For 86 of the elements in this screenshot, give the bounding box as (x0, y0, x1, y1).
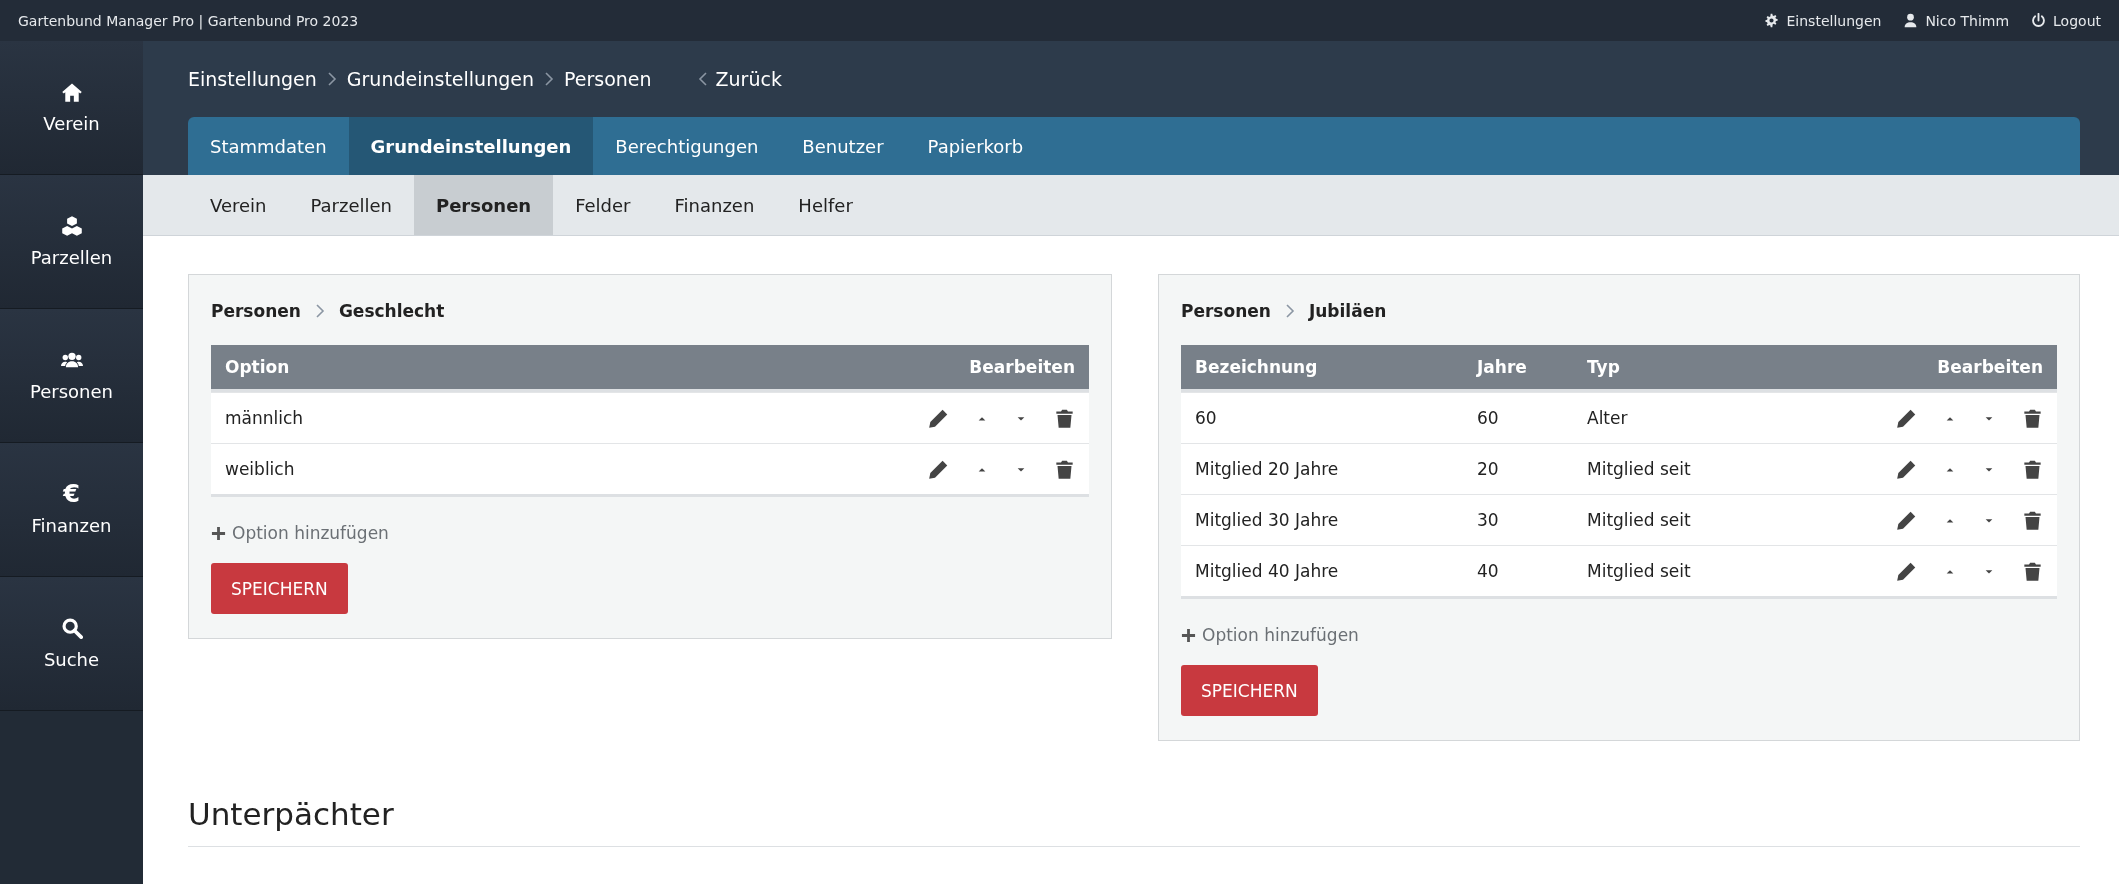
pencil-icon[interactable] (1896, 509, 1917, 531)
tab[interactable]: Stammdaten (188, 117, 349, 175)
table-cell-text: Mitglied 30 Jahre (1195, 510, 1340, 530)
back-link[interactable]: Zurück (697, 68, 782, 90)
column-header: Jahre (1477, 357, 1528, 377)
table-cell-text: Mitglied seit (1587, 510, 1692, 530)
subtab[interactable]: Personen (413, 175, 554, 235)
breadcrumb-item[interactable]: Einstellungen (188, 68, 317, 90)
chevron-right-icon (314, 304, 325, 318)
sidebar-label: Personen (30, 381, 113, 402)
trash-icon[interactable] (2022, 509, 2043, 531)
user-icon (1903, 13, 1919, 28)
sidebar-item[interactable]: Verein (0, 41, 143, 175)
sidebar-item[interactable]: € Finanzen (0, 443, 143, 577)
table-cell-text: 40 (1477, 561, 1500, 581)
table-cell-text: männlich (225, 408, 305, 428)
table-cell-text: Mitglied seit (1587, 561, 1692, 581)
breadcrumb-item[interactable]: Personen (564, 68, 652, 90)
plus-icon (1181, 627, 1196, 643)
subtab[interactable]: Helfer (776, 175, 875, 235)
cubes-icon (60, 215, 83, 237)
sidebar-label: Finanzen (31, 515, 112, 536)
column-header: Typ (1587, 357, 1621, 377)
subtab[interactable]: Verein (188, 175, 289, 235)
table-cell-text: 30 (1477, 510, 1500, 530)
chevron-right-icon (326, 72, 337, 86)
chevron-right-icon (544, 72, 554, 86)
link-label: Logout (2053, 12, 2101, 29)
trash-icon[interactable] (2022, 407, 2043, 429)
table-cell-text: Mitglied 20 Jahre (1195, 459, 1340, 479)
top-bar-link[interactable]: Einstellungen (1764, 12, 1882, 29)
table-cell-text: Alter (1587, 408, 1629, 428)
pencil-icon[interactable] (928, 407, 949, 429)
tab[interactable]: Berechtigungen (593, 117, 781, 175)
breadcrumb-item: Personen (1181, 301, 1271, 321)
euro-icon: € (63, 483, 80, 505)
sidebar-item[interactable]: Suche (0, 577, 143, 711)
column-header: Option (225, 357, 291, 377)
search-icon (60, 617, 83, 639)
plus-icon (211, 525, 226, 541)
save-button[interactable]: SPEICHERN (211, 563, 348, 614)
pencil-icon[interactable] (928, 458, 949, 480)
sidebar-item[interactable]: Personen (0, 309, 143, 443)
breadcrumb-item[interactable]: Grundeinstellungen (346, 68, 534, 90)
save-button[interactable]: SPEICHERN (1181, 665, 1318, 716)
sidebar-label: Parzellen (30, 247, 113, 268)
chevron-left-icon (697, 72, 708, 86)
settings-icon (1764, 13, 1780, 28)
home-icon (60, 81, 83, 103)
subtab[interactable]: Felder (553, 175, 653, 235)
power-icon (2031, 13, 2047, 28)
link-label: Einstellungen (1786, 12, 1882, 29)
card-title: Geschlecht (338, 301, 445, 321)
card-title: Jubiläen (1308, 301, 1387, 321)
sidebar-label: Verein (43, 113, 100, 134)
top-bar-link[interactable]: Nico Thimm (1903, 12, 2010, 29)
tab[interactable]: Papierkorb (905, 117, 1046, 175)
trash-icon[interactable] (2022, 560, 2043, 582)
column-header: Bearbeiten (968, 357, 1075, 377)
table-cell-text: 20 (1477, 459, 1500, 479)
pencil-icon[interactable] (1896, 458, 1917, 480)
tab[interactable]: Grundeinstellungen (348, 117, 594, 175)
table-cell-text: 60 (1195, 408, 1218, 428)
breadcrumb-item: Personen (211, 301, 301, 321)
subtab[interactable]: Parzellen (288, 175, 414, 235)
link-label: Nico Thimm (1925, 12, 2010, 29)
column-header: Bezeichnung (1195, 357, 1319, 377)
trash-icon[interactable] (1054, 407, 1075, 429)
sidebar-item[interactable]: Parzellen (0, 175, 143, 309)
table-cell-text: Mitglied 40 Jahre (1195, 561, 1340, 581)
subtab[interactable]: Finanzen (652, 175, 777, 235)
trash-icon[interactable] (1054, 458, 1075, 480)
app-title: Gartenbund Manager Pro | Gartenbund Pro 2023 (18, 12, 359, 29)
table-cell-text: 60 (1477, 408, 1500, 428)
tab[interactable]: Benutzer (780, 117, 906, 175)
sidebar-label: Suche (43, 649, 100, 670)
pencil-icon[interactable] (1896, 407, 1917, 429)
table-cell-text: Mitglied seit (1587, 459, 1692, 479)
back-label: Zurück (715, 68, 782, 90)
table-cell-text: weiblich (225, 459, 296, 479)
chevron-right-icon (1284, 304, 1295, 318)
top-bar-link[interactable]: Logout (2031, 12, 2101, 29)
column-header: Bearbeiten (1936, 357, 2043, 377)
section-heading: Unterpächter (188, 796, 2080, 847)
trash-icon[interactable] (2022, 458, 2043, 480)
pencil-icon[interactable] (1896, 560, 1917, 582)
